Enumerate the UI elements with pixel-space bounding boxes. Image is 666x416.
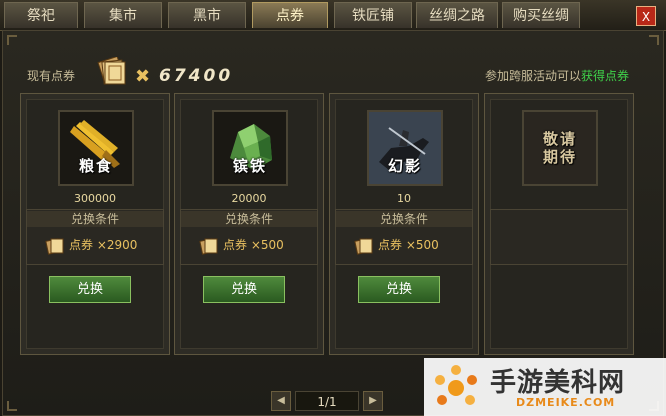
times-icon: ✖: [135, 66, 151, 87]
tab-bar: 祭祀 集市 黑市 点券 铁匠铺 丝绸之路 购买丝绸 X: [0, 0, 666, 31]
tab-sacrifice[interactable]: 祭祀: [4, 2, 78, 28]
tab-points[interactable]: 点券: [252, 2, 328, 28]
close-button[interactable]: X: [636, 6, 656, 26]
watermark-title: 手游美科网: [490, 368, 626, 398]
exchange-slot: 幻影 10 兑换条件 点券 ×500 兑换: [329, 93, 479, 355]
condition-cost: 点券 ×2900: [45, 236, 137, 255]
item-quantity: 10: [397, 192, 411, 205]
condition-title: 兑换条件: [336, 211, 472, 227]
cost-text: 点券 ×500: [378, 238, 439, 252]
event-hint: 参加跨服活动可以获得点券: [485, 67, 629, 84]
next-page-button[interactable]: ▶: [363, 391, 383, 411]
condition-title: 兑换条件: [181, 211, 317, 227]
ticket-icon: [354, 237, 373, 255]
redeem-button[interactable]: 兑换: [358, 276, 440, 303]
coming-soon-frame: 敬请 期待: [522, 110, 598, 186]
condition-box-empty: [490, 209, 628, 265]
watermark: 手游美科网 DZMEIKE.COM: [424, 358, 666, 416]
exchange-slot: 粮食 300000 兑换条件 点券 ×2900 兑换: [20, 93, 170, 355]
ticket-bundle-icon: [97, 57, 126, 85]
redeem-button[interactable]: 兑换: [203, 276, 285, 303]
prev-page-button[interactable]: ◀: [271, 391, 291, 411]
item-frame[interactable]: 幻影: [367, 110, 443, 186]
tab-black-market[interactable]: 黑市: [168, 2, 246, 28]
item-name: 镔铁: [232, 157, 267, 175]
item-name: 粮食: [78, 157, 113, 175]
site-logo-icon: [435, 365, 477, 405]
tab-blacksmith[interactable]: 铁匠铺: [334, 2, 412, 28]
item-name: 幻影: [387, 157, 422, 175]
watermark-domain: DZMEIKE.COM: [516, 396, 616, 409]
ticket-icon: [45, 237, 64, 255]
cost-text: 点券 ×500: [223, 238, 284, 252]
condition-box: 兑换条件 点券 ×500: [335, 209, 473, 265]
ticket-icon: [199, 237, 218, 255]
points-value: 67400: [159, 66, 234, 86]
tab-buy-silk[interactable]: 购买丝绸: [502, 2, 580, 28]
item-quantity: 300000: [74, 192, 116, 205]
points-label: 现有点券: [27, 69, 76, 83]
exchange-slot: 敬请 期待: [484, 93, 634, 355]
redeem-button[interactable]: 兑换: [49, 276, 131, 303]
get-points-link[interactable]: 获得点券: [581, 69, 629, 83]
page-indicator: 1/1: [295, 391, 359, 411]
item-frame[interactable]: 粮食: [58, 110, 134, 186]
item-frame[interactable]: 镔铁: [212, 110, 288, 186]
item-quantity: 20000: [231, 192, 267, 205]
condition-cost: 点券 ×500: [199, 236, 284, 255]
condition-box: 兑换条件 点券 ×500: [180, 209, 318, 265]
tab-market[interactable]: 集市: [84, 2, 162, 28]
condition-box: 兑换条件 点券 ×2900: [26, 209, 164, 265]
event-hint-text: 参加跨服活动可以: [484, 69, 581, 83]
coming-soon-label: 敬请 期待: [542, 130, 577, 166]
cost-text: 点券 ×2900: [69, 238, 138, 252]
exchange-slot: 镔铁 20000 兑换条件 点券 ×500 兑换: [174, 93, 324, 355]
pager: ◀ 1/1 ▶: [271, 391, 383, 411]
condition-cost: 点券 ×500: [354, 236, 439, 255]
tab-silk-road[interactable]: 丝绸之路: [416, 2, 498, 28]
points-header: 现有点券 ✖ 67400 参加跨服活动可以获得点券: [3, 31, 663, 91]
corner-ornament: [7, 401, 17, 411]
condition-title: 兑换条件: [27, 211, 163, 227]
